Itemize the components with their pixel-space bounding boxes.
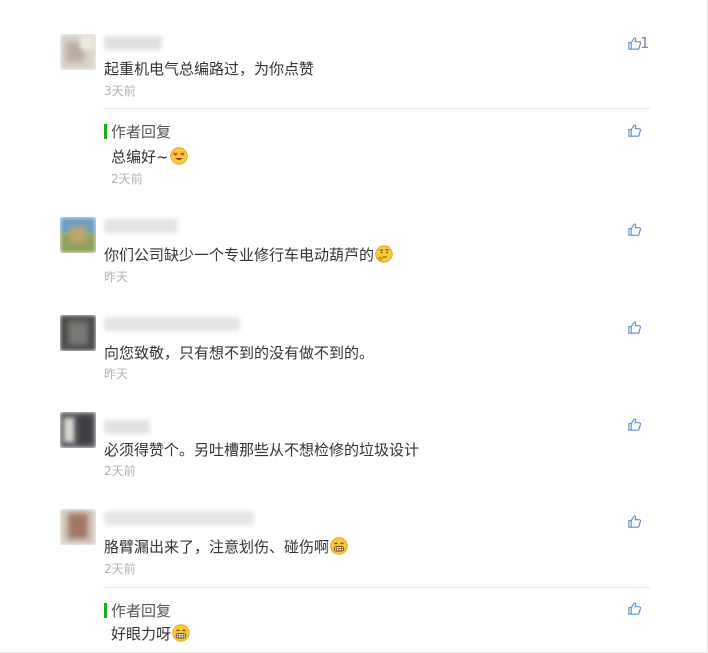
thumbs-up-icon[interactable] [627,222,642,237]
thumbs-up-icon[interactable] [627,417,642,432]
comment-text: 你们公司缺少一个专业修行车电动葫芦的 [104,245,393,265]
author-reply-label: 作者回复 [111,123,172,141]
comment-time: 昨天 [104,270,129,284]
nickname [104,219,178,233]
grin-emoji [330,537,348,555]
avatar[interactable] [60,412,96,448]
comment-text: 胳臂漏出来了，注意划伤、碰伤啊 [104,537,348,557]
comment-item: 必须得赞个。另吐槽那些从不想检修的垃圾设计 2天前 [60,412,650,482]
comment-item: 起重机电气总编路过，为你点赞 3天前 1 作者回复 总编好~ 2天前 [60,34,650,204]
nickname [104,317,240,331]
grin-emoji [172,624,190,642]
author-reply-label: 作者回复 [111,602,172,620]
reply-time: 2天前 [111,172,143,186]
avatar[interactable] [60,509,96,545]
reply-text: 总编好~ [111,147,188,167]
comment-item: 胳臂漏出来了，注意划伤、碰伤啊 2天前 作者回复 好眼力呀 [60,509,650,653]
reply-text: 好眼力呀 [111,624,190,644]
comment-item: 向您致敬，只有想不到的没有做不到的。 昨天 [60,315,650,385]
nickname [104,511,254,525]
comment-text-content: 胳臂漏出来了，注意划伤、碰伤啊 [104,538,330,556]
divider [104,587,650,588]
comment-text: 必须得赞个。另吐槽那些从不想检修的垃圾设计 [104,441,420,459]
comment-text: 向您致敬，只有想不到的没有做不到的。 [104,344,375,362]
divider [104,108,650,109]
comment-time: 2天前 [104,464,136,478]
nickname [104,36,162,50]
reply-text-content: 好眼力呀 [111,625,172,643]
reply-marker [104,124,107,139]
thumbs-up-icon[interactable] [627,601,642,616]
avatar[interactable] [60,217,96,253]
reply-marker [104,603,107,618]
thumbs-up-icon[interactable] [627,123,642,138]
comment-time: 3天前 [104,84,136,98]
comment-time: 2天前 [104,562,136,576]
comment-text: 起重机电气总编路过，为你点赞 [104,60,315,78]
nickname [104,420,150,434]
reply-text-content: 总编好~ [111,148,169,166]
avatar[interactable] [60,315,96,351]
avatar[interactable] [60,34,96,70]
thinking-emoji [375,245,393,263]
heart-eyes-emoji [169,147,188,165]
comment-time: 昨天 [104,367,129,381]
comment-item: 你们公司缺少一个专业修行车电动葫芦的 昨天 [60,217,650,287]
like-count: 1 [640,34,650,52]
thumbs-up-icon[interactable] [627,514,642,529]
comment-text-content: 你们公司缺少一个专业修行车电动葫芦的 [104,246,375,264]
thumbs-up-icon[interactable] [627,320,642,335]
